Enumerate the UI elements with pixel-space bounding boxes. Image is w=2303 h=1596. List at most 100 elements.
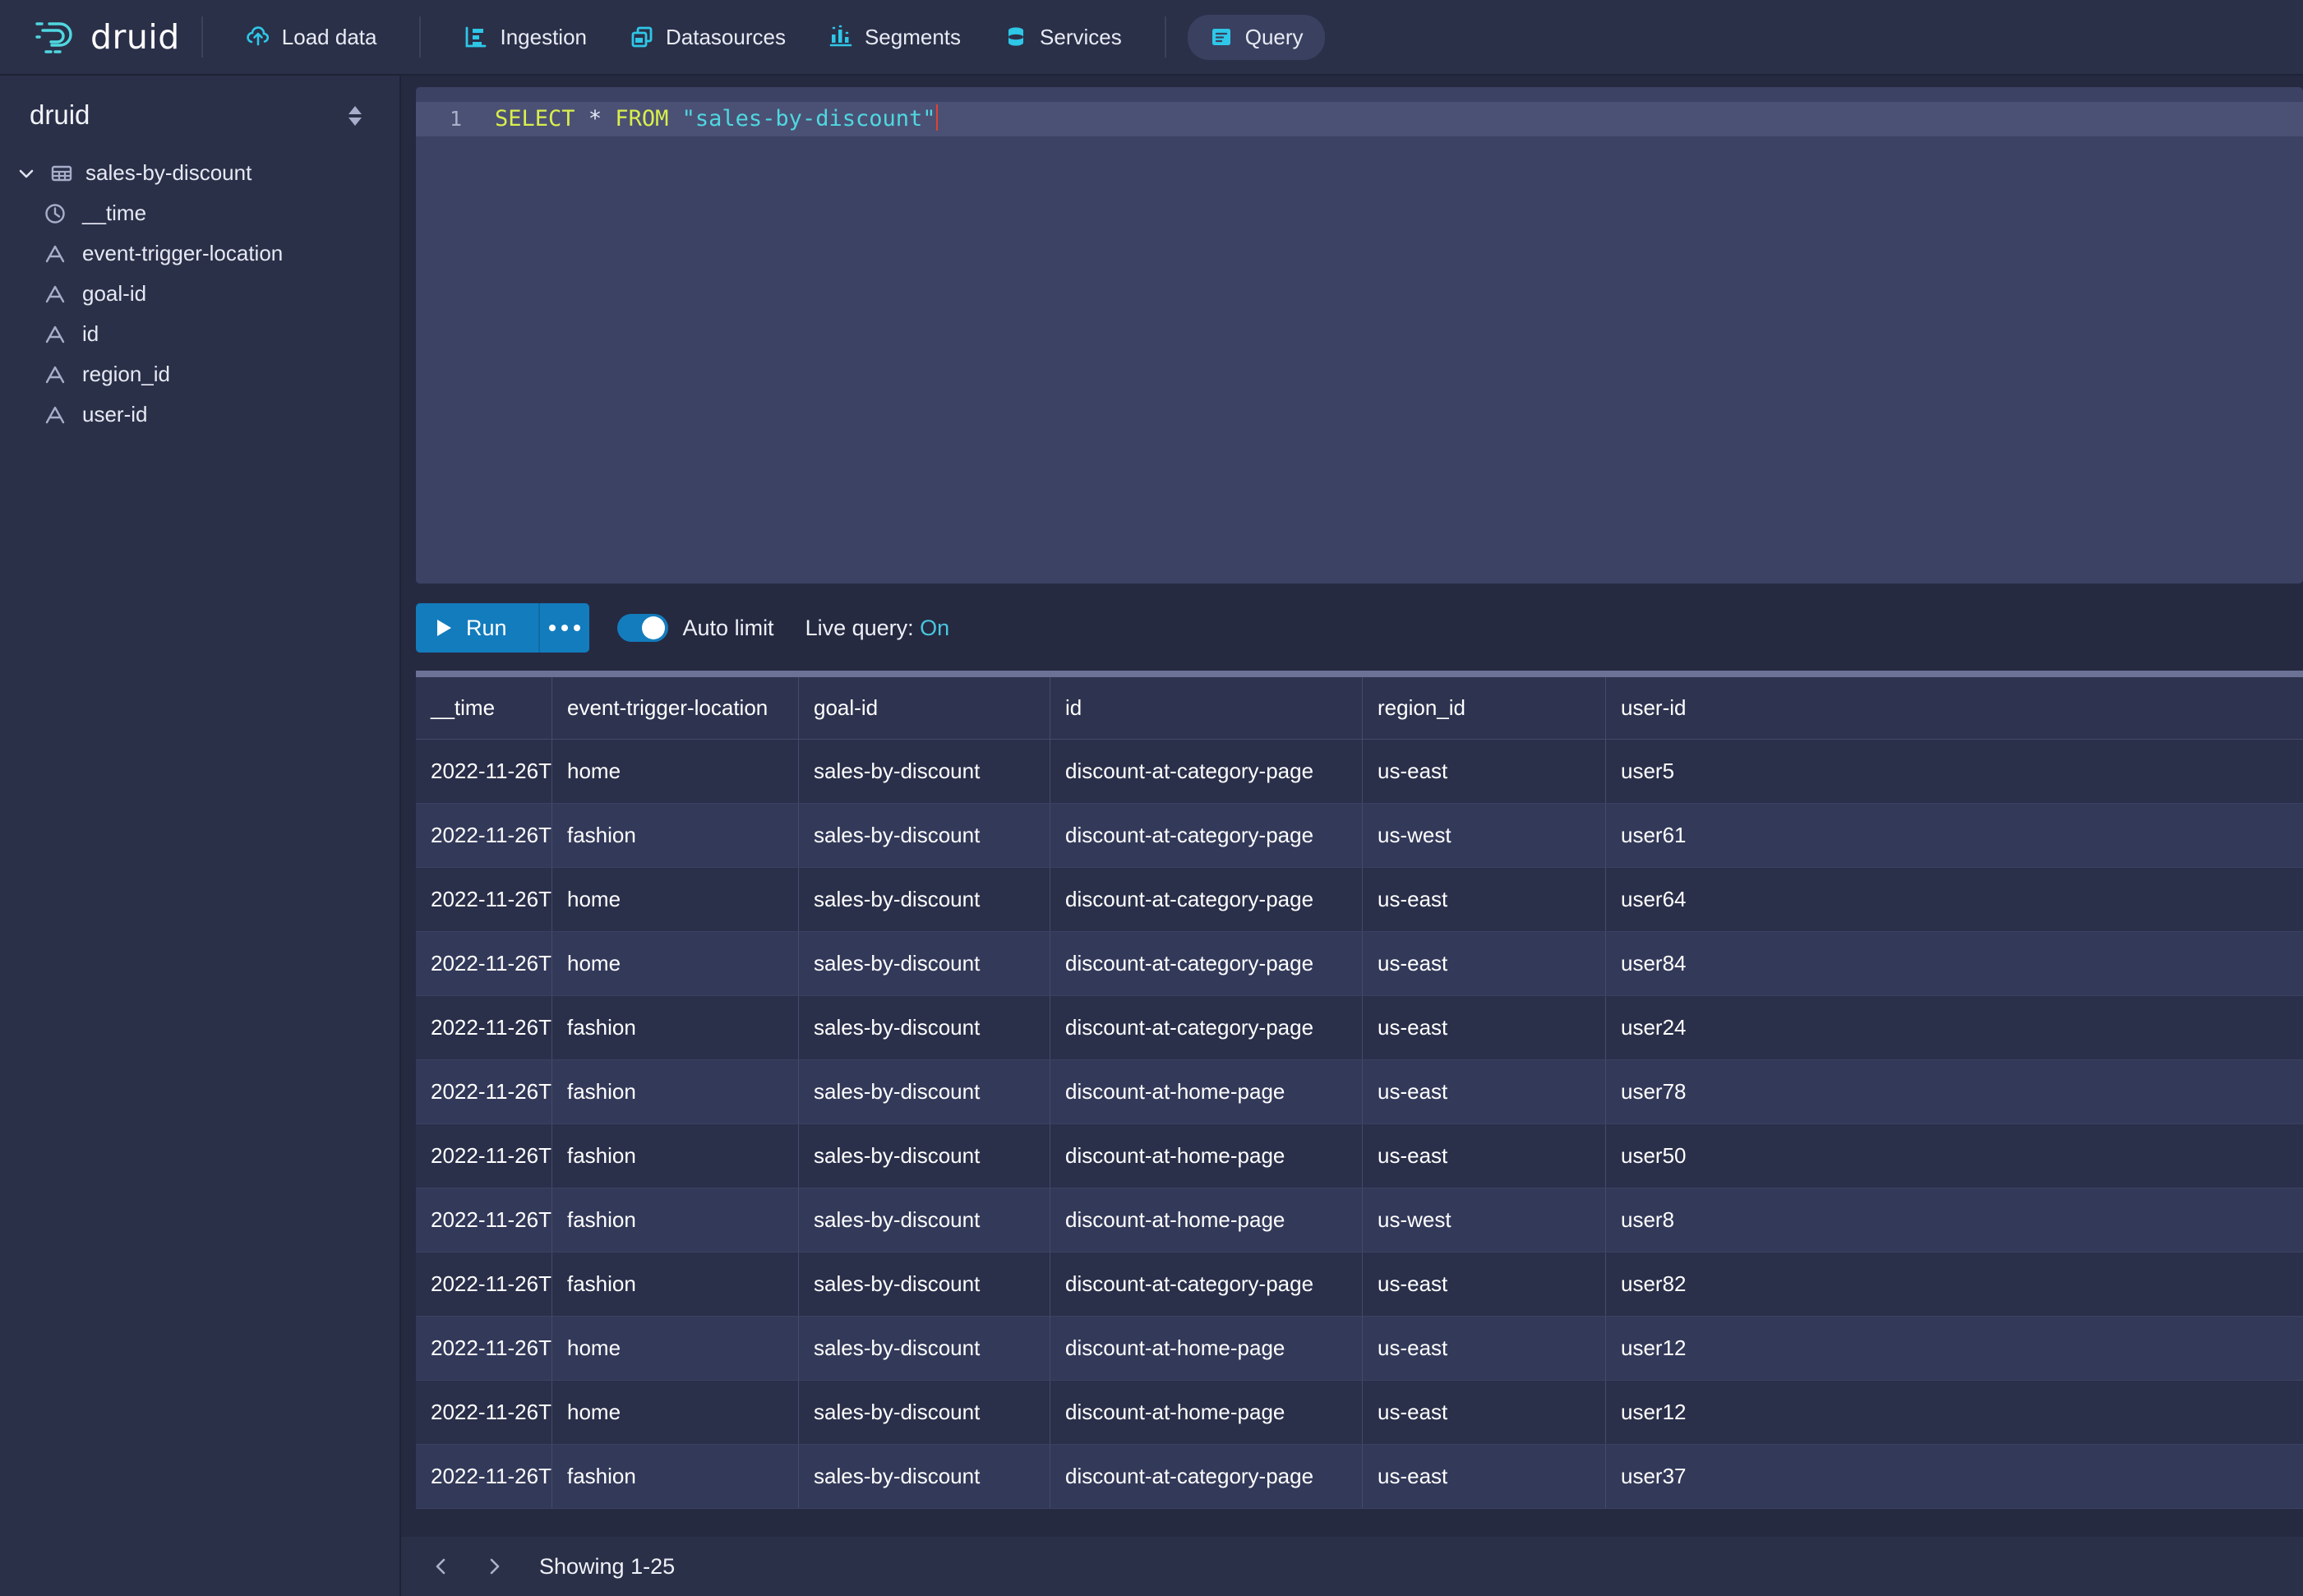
cell-goal-id: sales-by-discount: [799, 1445, 1050, 1508]
cell-id: discount-at-category-page: [1050, 868, 1363, 931]
cell-id: discount-at-category-page: [1050, 740, 1363, 803]
auto-limit-toggle[interactable]: Auto limit: [616, 614, 774, 642]
nav-item-ingestion[interactable]: Ingestion: [442, 15, 608, 60]
cell-region-id: us-east: [1363, 1252, 1606, 1316]
panel-splitter[interactable]: [416, 671, 2303, 677]
table-row[interactable]: 2022-11-26T fashion sales-by-discount disco…: [416, 1445, 2303, 1509]
table-row[interactable]: 2022-11-26T home sales-by-discount discount…: [416, 1381, 2303, 1445]
cell-user-id: user50: [1621, 1143, 1687, 1168]
brand-name: druid: [90, 17, 180, 57]
next-page-button[interactable]: [472, 1544, 516, 1589]
sidebar-header: druid: [0, 76, 399, 148]
nav-item-query[interactable]: Query: [1187, 14, 1325, 60]
string-type-icon: [43, 403, 67, 427]
cell-region-id: us-east: [1363, 868, 1606, 931]
cell-id: discount-at-category-page: [1050, 932, 1363, 995]
tree-item-datasource[interactable]: sales-by-discount: [0, 153, 399, 193]
cell-user-id: user37: [1621, 1464, 1687, 1488]
table-row[interactable]: 2022-11-26T fashion sales-by-discount disco…: [416, 1060, 2303, 1124]
tree-item-label: event-trigger-location: [82, 241, 284, 265]
cell-time: 2022-11-26T: [416, 1445, 552, 1508]
nav-item-load-data[interactable]: Load data: [224, 15, 399, 60]
tree-item-column-user-id[interactable]: user-id: [0, 394, 399, 435]
table-row[interactable]: 2022-11-26T home sales-by-discount discount…: [416, 1317, 2303, 1381]
cell-user-id: user8: [1621, 1207, 1675, 1232]
prev-page-button[interactable]: [419, 1544, 464, 1589]
table-row[interactable]: 2022-11-26T home sales-by-discount discount…: [416, 740, 2303, 804]
results-header-row: __time event-trigger-location goal-id id…: [416, 677, 2303, 740]
column-header-id[interactable]: id: [1050, 677, 1363, 739]
sort-updown-icon[interactable]: [344, 99, 367, 131]
cell-event-trigger-location: fashion: [552, 804, 799, 867]
column-header-goal-id[interactable]: goal-id: [799, 677, 1050, 739]
nav-item-label: Load data: [281, 24, 377, 49]
table-row[interactable]: 2022-11-26T fashion sales-by-discount disco…: [416, 996, 2303, 1060]
cell-region-id: us-east: [1363, 1060, 1606, 1123]
datasources-icon: [630, 25, 654, 49]
tree-item-label: goal-id: [82, 281, 147, 306]
cell-time: 2022-11-26T: [416, 868, 552, 931]
more-options-button[interactable]: [538, 603, 589, 653]
results-panel: __time event-trigger-location goal-id id…: [401, 671, 2303, 1537]
sql-star-token: *: [588, 106, 602, 131]
tree-item-column-event-trigger-location[interactable]: event-trigger-location: [0, 233, 399, 274]
cell-user-id: user12: [1621, 1400, 1687, 1424]
table-row[interactable]: 2022-11-26T fashion sales-by-discount disco…: [416, 1124, 2303, 1188]
tree-item-column-region-id[interactable]: region_id: [0, 354, 399, 394]
tree-item-column-time[interactable]: __time: [0, 193, 399, 233]
cell-event-trigger-location: fashion: [552, 1060, 799, 1123]
tree-item-label: region_id: [82, 362, 170, 386]
cell-event-trigger-location: home: [552, 1317, 799, 1380]
database-icon: [1004, 25, 1028, 49]
chevron-down-icon[interactable]: [15, 162, 38, 185]
cell-goal-id: sales-by-discount: [799, 804, 1050, 867]
nav-item-label: Datasources: [666, 24, 786, 49]
tree-item-column-goal-id[interactable]: goal-id: [0, 274, 399, 314]
cell-goal-id: sales-by-discount: [799, 1060, 1050, 1123]
segments-icon: [828, 25, 853, 49]
column-header-time[interactable]: __time: [416, 677, 552, 739]
nav-item-datasources[interactable]: Datasources: [608, 15, 807, 60]
cell-user-id: user78: [1621, 1079, 1687, 1104]
run-button[interactable]: Run: [416, 603, 538, 653]
cell-goal-id: sales-by-discount: [799, 1124, 1050, 1188]
tree-item-label: sales-by-discount: [85, 160, 252, 185]
cell-region-id: us-west: [1363, 804, 1606, 867]
nav-separator-2: [419, 16, 422, 58]
column-header-user-id[interactable]: user-id: [1606, 677, 2303, 739]
table-row[interactable]: 2022-11-26T home sales-by-discount discount…: [416, 932, 2303, 996]
table-row[interactable]: 2022-11-26T home sales-by-discount discount…: [416, 868, 2303, 932]
column-header-region-id[interactable]: region_id: [1363, 677, 1606, 739]
cell-region-id: us-east: [1363, 1445, 1606, 1508]
table-row[interactable]: 2022-11-26T fashion sales-by-discount disco…: [416, 1188, 2303, 1252]
cell-user-id: user64: [1621, 887, 1687, 911]
nav-item-segments[interactable]: Segments: [807, 15, 982, 60]
nav-items: Load data Ingestion Datasources Segments…: [224, 14, 1325, 60]
cell-id: discount-at-home-page: [1050, 1060, 1363, 1123]
table-row[interactable]: 2022-11-26T fashion sales-by-discount disco…: [416, 804, 2303, 868]
cell-user-id: user61: [1621, 823, 1687, 847]
column-header-event-trigger-location[interactable]: event-trigger-location: [552, 677, 799, 739]
query-pane: 1 SELECT * FROM "sales-by-discount" Run: [401, 76, 2303, 1596]
cell-event-trigger-location: home: [552, 932, 799, 995]
cell-goal-id: sales-by-discount: [799, 1381, 1050, 1444]
brand[interactable]: druid: [18, 16, 180, 58]
cell-goal-id: sales-by-discount: [799, 740, 1050, 803]
editor-code-area[interactable]: SELECT * FROM "sales-by-discount": [477, 87, 2303, 584]
live-query-value[interactable]: On: [920, 616, 949, 640]
cell-id: discount-at-category-page: [1050, 1252, 1363, 1316]
nav-separator-3: [1164, 16, 1166, 58]
play-icon: [437, 620, 451, 636]
table-row[interactable]: 2022-11-26T fashion sales-by-discount disco…: [416, 1252, 2303, 1317]
cell-user-id: user24: [1621, 1015, 1687, 1040]
main-area: druid sales-by-discount __time event-tri…: [0, 76, 2303, 1596]
string-type-icon: [43, 282, 67, 307]
tree-item-label: id: [82, 321, 99, 346]
sql-editor[interactable]: 1 SELECT * FROM "sales-by-discount": [416, 87, 2303, 584]
string-type-icon: [43, 242, 67, 266]
tree-item-column-id[interactable]: id: [0, 314, 399, 354]
nav-item-services[interactable]: Services: [982, 15, 1143, 60]
string-type-icon: [43, 322, 67, 347]
cell-event-trigger-location: fashion: [552, 1445, 799, 1508]
cell-region-id: us-east: [1363, 740, 1606, 803]
